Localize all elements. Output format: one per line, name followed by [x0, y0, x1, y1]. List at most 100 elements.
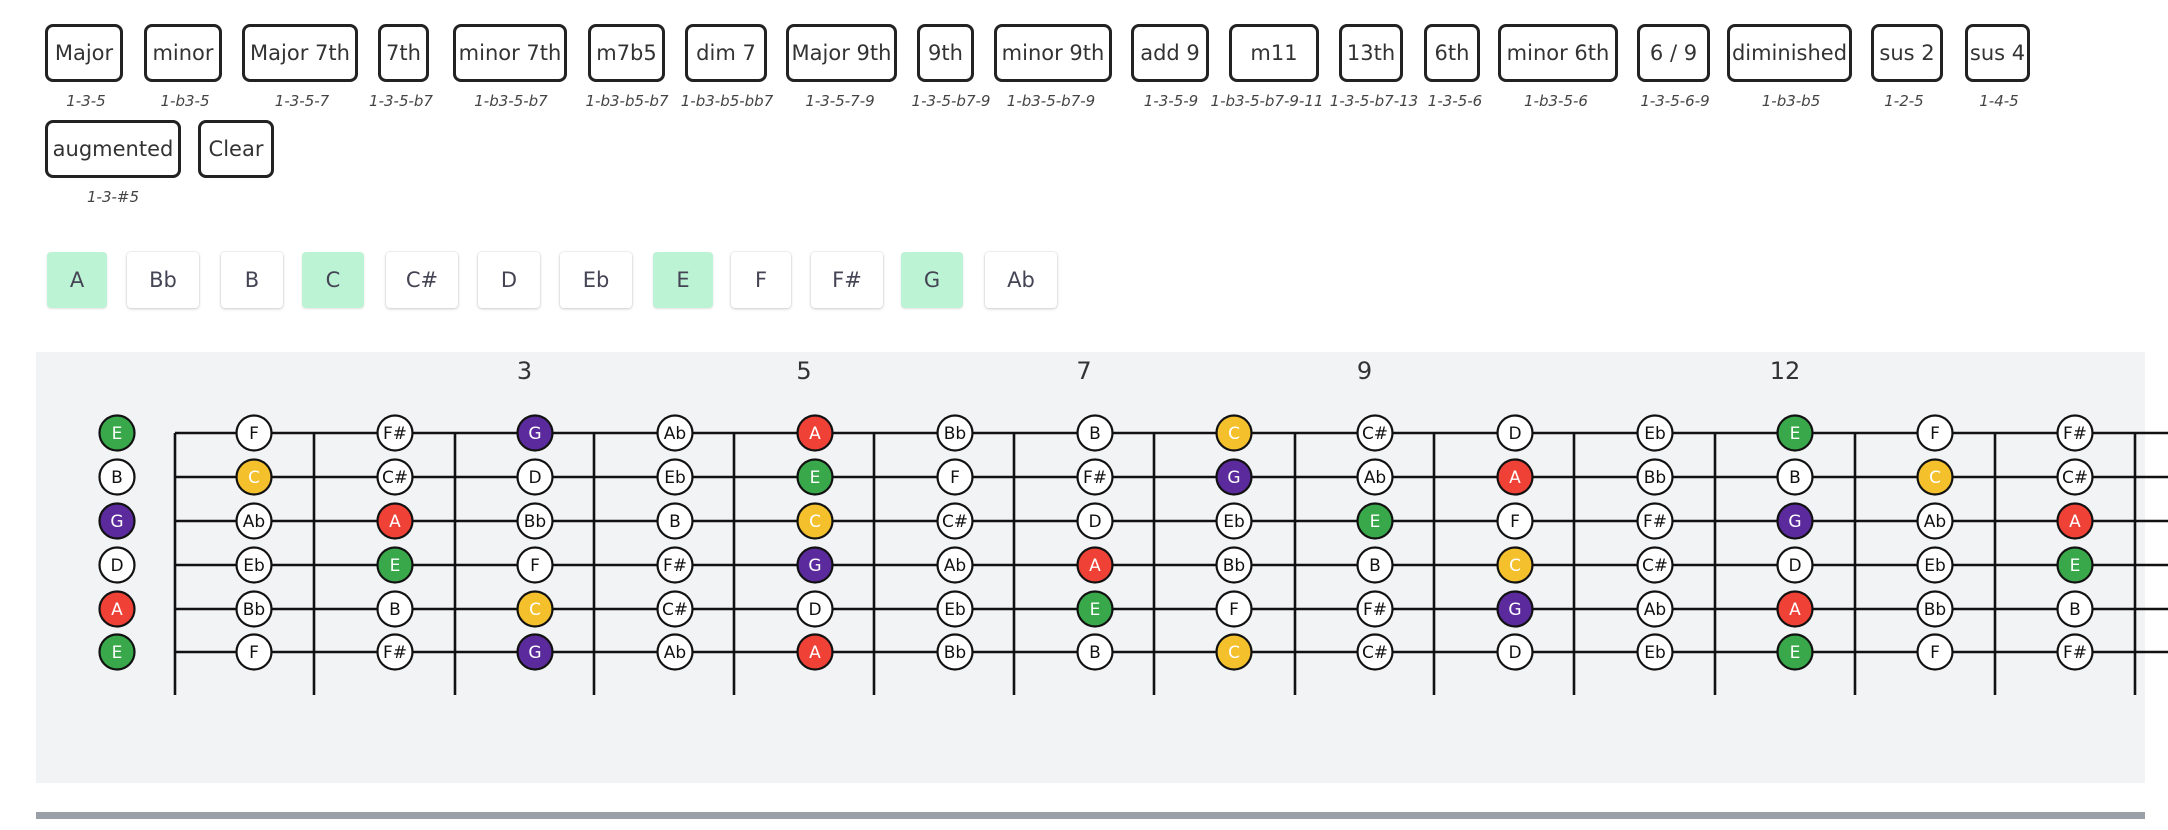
- fret-note[interactable]: C: [516, 590, 554, 628]
- fret-note[interactable]: Eb: [1636, 414, 1674, 452]
- fret-note[interactable]: Ab: [1636, 590, 1674, 628]
- fret-note[interactable]: Bb: [1916, 590, 1954, 628]
- fret-note[interactable]: Eb: [1215, 502, 1253, 540]
- fret-note[interactable]: C#: [936, 502, 974, 540]
- fret-note[interactable]: F: [1215, 590, 1253, 628]
- note-label: F#: [2063, 424, 2087, 444]
- fret-note[interactable]: D: [1496, 633, 1534, 671]
- fret-note[interactable]: Ab: [235, 502, 273, 540]
- fret-note[interactable]: B: [98, 458, 136, 496]
- fret-note[interactable]: G: [98, 502, 136, 540]
- fret-note[interactable]: Bb: [1636, 458, 1674, 496]
- fret-note[interactable]: E: [98, 414, 136, 452]
- fret-note[interactable]: E: [1776, 414, 1814, 452]
- fret-note[interactable]: Bb: [936, 414, 974, 452]
- fret-note[interactable]: C#: [376, 458, 414, 496]
- fret-note[interactable]: A: [1076, 546, 1114, 584]
- fret-note[interactable]: A: [376, 502, 414, 540]
- fret-note[interactable]: F#: [2056, 633, 2094, 671]
- fret-note[interactable]: D: [98, 546, 136, 584]
- fret-note[interactable]: E: [1076, 590, 1114, 628]
- note-label: Bb: [944, 643, 966, 663]
- fret-note[interactable]: F#: [1356, 590, 1394, 628]
- fret-note[interactable]: G: [516, 633, 554, 671]
- fret-note[interactable]: C#: [1636, 546, 1674, 584]
- fret-note[interactable]: B: [1776, 458, 1814, 496]
- fret-note[interactable]: D: [1496, 414, 1534, 452]
- note-label: A: [2069, 512, 2081, 532]
- fret-note[interactable]: E: [2056, 546, 2094, 584]
- fret-note[interactable]: F#: [1076, 458, 1114, 496]
- fret-note[interactable]: E: [98, 633, 136, 671]
- note-label: D: [1508, 643, 1521, 663]
- fret-note[interactable]: Ab: [1356, 458, 1394, 496]
- fret-note[interactable]: C#: [1356, 414, 1394, 452]
- fret-note[interactable]: A: [1776, 590, 1814, 628]
- fret-note[interactable]: Bb: [516, 502, 554, 540]
- fret-note[interactable]: C#: [2056, 458, 2094, 496]
- note-label: A: [111, 600, 123, 620]
- fret-note[interactable]: C: [796, 502, 834, 540]
- fret-note[interactable]: B: [2056, 590, 2094, 628]
- fret-note[interactable]: F: [1916, 633, 1954, 671]
- note-label: Ab: [1924, 512, 1946, 532]
- fret-note[interactable]: C: [1916, 458, 1954, 496]
- fret-note[interactable]: B: [1076, 633, 1114, 671]
- fret-note[interactable]: F: [1916, 414, 1954, 452]
- fret-note[interactable]: Eb: [1916, 546, 1954, 584]
- fret-note[interactable]: F: [235, 414, 273, 452]
- note-label: G: [528, 424, 541, 444]
- fret-note[interactable]: Ab: [936, 546, 974, 584]
- note-label: A: [389, 512, 401, 532]
- fret-note[interactable]: Eb: [936, 590, 974, 628]
- fret-note[interactable]: C: [1215, 633, 1253, 671]
- fret-note[interactable]: D: [1076, 502, 1114, 540]
- fret-note[interactable]: F: [936, 458, 974, 496]
- note-label: B: [389, 600, 401, 620]
- fret-note[interactable]: Ab: [656, 414, 694, 452]
- fret-note[interactable]: C: [1496, 546, 1534, 584]
- fret-note[interactable]: D: [516, 458, 554, 496]
- fret-note[interactable]: Bb: [235, 590, 273, 628]
- fret-note[interactable]: Ab: [1916, 502, 1954, 540]
- note-label: F: [249, 424, 259, 444]
- fret-note[interactable]: F: [235, 633, 273, 671]
- fret-note[interactable]: F#: [1636, 502, 1674, 540]
- fret-note[interactable]: B: [656, 502, 694, 540]
- fret-note[interactable]: G: [1776, 502, 1814, 540]
- fret-note[interactable]: F#: [2056, 414, 2094, 452]
- fret-note[interactable]: Eb: [1636, 633, 1674, 671]
- fret-note[interactable]: G: [796, 546, 834, 584]
- fret-note[interactable]: Ab: [656, 633, 694, 671]
- fret-note[interactable]: Eb: [656, 458, 694, 496]
- fret-note[interactable]: B: [1076, 414, 1114, 452]
- fret-note[interactable]: F#: [376, 414, 414, 452]
- fret-note[interactable]: G: [516, 414, 554, 452]
- fret-note[interactable]: Bb: [936, 633, 974, 671]
- fret-note[interactable]: Eb: [235, 546, 273, 584]
- fret-note[interactable]: E: [1356, 502, 1394, 540]
- fret-note[interactable]: F: [1496, 502, 1534, 540]
- fret-note[interactable]: F: [516, 546, 554, 584]
- fret-note[interactable]: C#: [656, 590, 694, 628]
- fret-note[interactable]: E: [1776, 633, 1814, 671]
- fret-note[interactable]: F#: [656, 546, 694, 584]
- fret-note[interactable]: G: [1215, 458, 1253, 496]
- fret-note[interactable]: D: [796, 590, 834, 628]
- fret-note[interactable]: Bb: [1215, 546, 1253, 584]
- fret-note[interactable]: E: [376, 546, 414, 584]
- fret-note[interactable]: D: [1776, 546, 1814, 584]
- fret-note[interactable]: E: [796, 458, 834, 496]
- fret-note[interactable]: A: [1496, 458, 1534, 496]
- fret-note[interactable]: B: [376, 590, 414, 628]
- fret-note[interactable]: F#: [376, 633, 414, 671]
- fret-note[interactable]: B: [1356, 546, 1394, 584]
- fret-note[interactable]: A: [2056, 502, 2094, 540]
- fret-note[interactable]: C#: [1356, 633, 1394, 671]
- fret-note[interactable]: A: [796, 633, 834, 671]
- fret-note[interactable]: G: [1496, 590, 1534, 628]
- fret-note[interactable]: A: [796, 414, 834, 452]
- fret-note[interactable]: C: [1215, 414, 1253, 452]
- fret-note[interactable]: C: [235, 458, 273, 496]
- fret-note[interactable]: A: [98, 590, 136, 628]
